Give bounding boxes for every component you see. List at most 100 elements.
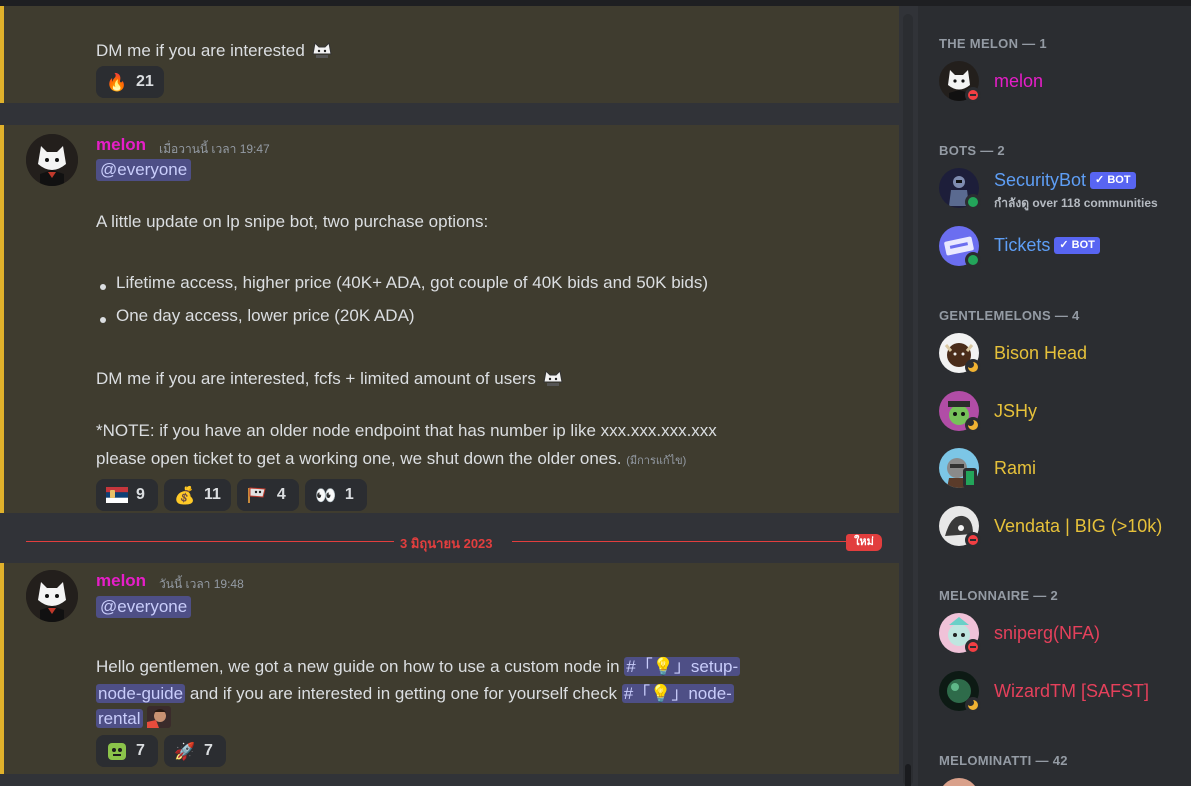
message-text: DM me if you are interested: [96, 38, 334, 61]
message-text: *NOTE: if you have an older node endpoin…: [96, 421, 717, 440]
member-item-wizardtm[interactable]: WizardTM [SAFST]: [939, 671, 1189, 715]
money-bag-icon: 💰: [174, 485, 196, 505]
reaction-count: 9: [136, 486, 145, 503]
channel-mention-setup-node-guide[interactable]: #「💡」setup-: [624, 657, 741, 676]
eyes-icon: 👀: [315, 485, 337, 505]
member-item-rami[interactable]: Rami: [939, 448, 1189, 492]
everyone-mention[interactable]: @everyone: [96, 596, 192, 618]
reaction-green-blob[interactable]: 7: [96, 735, 158, 767]
message-timestamp: เมื่อวานนี้ เวลา 19:47: [159, 142, 270, 156]
channel-mention-node-rental[interactable]: rental: [96, 709, 143, 728]
member-activity: กำลังดู over 118 communities: [994, 196, 1158, 210]
member-item-bison-head[interactable]: Bison Head: [939, 333, 1189, 377]
reaction-count: 7: [136, 742, 145, 759]
list-item: One day access, lower price (20K ADA): [116, 306, 415, 325]
member-category-bots: BOTS — 2: [939, 143, 1005, 158]
member-category-melominatti: MELOMINATTI — 42: [939, 753, 1068, 768]
everyone-mention[interactable]: @everyone: [96, 159, 192, 181]
reaction-rocket[interactable]: 🚀 7: [164, 735, 226, 767]
melon-avatar-icon: [26, 134, 78, 186]
status-dnd-icon: [965, 87, 981, 103]
reaction-count: 21: [136, 73, 154, 90]
message-highlighted: melon เมื่อวานนี้ เวลา 19:47 @everyone A…: [0, 125, 899, 513]
reaction-money-bag[interactable]: 💰 11: [164, 479, 231, 511]
channel-mention-setup-node-guide[interactable]: node-guide: [96, 684, 186, 703]
bot-badge: ✓ BOT: [1054, 237, 1100, 254]
melon-cat-emoji-icon: [542, 369, 563, 386]
status-dnd-icon: [965, 532, 981, 548]
member-item-tickets[interactable]: Tickets ✓ BOT: [939, 226, 1189, 270]
member-name: SecurityBot ✓ BOT: [994, 170, 1136, 191]
member-item-vendata[interactable]: Vendata | BIG (>10k): [939, 506, 1189, 550]
new-badge: ใหม่: [846, 534, 882, 551]
member-list: THE MELON — 1 melon BOTS — 2 SecurityBot…: [918, 6, 1191, 786]
status-idle-icon: [965, 697, 981, 713]
message-highlighted: DM me if you are interested 🔥 21: [0, 6, 899, 103]
edited-label: (มีการแก้ไข): [626, 455, 687, 467]
reactions-bar: 9 💰 11 4 👀 1: [96, 479, 367, 511]
reactions-bar: 7 🚀 7: [96, 735, 226, 767]
member-item-securitybot[interactable]: SecurityBot ✓ BOT กำลังดู over 118 commun…: [939, 168, 1189, 212]
member-name: JSHy: [994, 401, 1038, 421]
reaction-count: 4: [276, 486, 286, 503]
avatar[interactable]: [26, 134, 78, 186]
divider-date: 3 มิถุนายน 2023: [400, 536, 493, 551]
reactions-bar: 🔥 21: [96, 66, 164, 98]
bullet-dot: [100, 284, 106, 290]
message-text: node-guide and if you are interested in …: [96, 684, 734, 703]
melon-cat-emoji-icon: [311, 41, 332, 58]
status-online-icon: [965, 252, 981, 268]
face-emoji-icon: [147, 706, 172, 728]
member-name: Tickets ✓ BOT: [994, 235, 1100, 256]
serbia-flag-icon: [106, 484, 128, 506]
bullet-dot: [100, 317, 106, 323]
author-name[interactable]: melon: [96, 135, 146, 155]
avatar: [939, 778, 979, 786]
new-messages-divider: [26, 541, 394, 542]
status-idle-icon: [965, 417, 981, 433]
member-category-gentlemelons: GENTLEMELONS — 4: [939, 308, 1080, 323]
member-category-the-melon: THE MELON — 1: [939, 36, 1047, 51]
chat-scrollbar-track[interactable]: [903, 14, 913, 786]
reaction-serbia-flag[interactable]: 9: [96, 479, 158, 511]
status-online-icon: [965, 194, 981, 210]
member-name: Rami: [994, 458, 1037, 478]
green-blob-icon: [106, 740, 128, 762]
member-category-melonnaire: MELONNAIRE — 2: [939, 588, 1059, 603]
message-text: rental: [96, 706, 172, 729]
message-text: DM me if you are interested, fcfs + limi…: [96, 366, 565, 389]
message-highlighted: melon วันนี้ เวลา 19:48 @everyone Hello …: [0, 563, 899, 774]
list-item: Lifetime access, higher price (40K+ ADA,…: [116, 273, 709, 292]
reaction-melon-flag[interactable]: 4: [236, 479, 299, 511]
avatar[interactable]: [26, 570, 78, 622]
rocket-icon: 🚀: [174, 741, 196, 761]
member-item-jshy[interactable]: JSHy: [939, 391, 1189, 435]
reaction-count: 7: [204, 742, 213, 759]
member-item-partial[interactable]: [939, 778, 1189, 786]
message-text: A little update on lp snipe bot, two pur…: [96, 212, 489, 231]
member-item-sniperg[interactable]: sniperg(NFA): [939, 613, 1189, 657]
melon-flag-icon: [247, 484, 269, 506]
reaction-fire[interactable]: 🔥 21: [96, 66, 164, 98]
message-timestamp: วันนี้ เวลา 19:48: [159, 577, 244, 591]
bot-badge: ✓ BOT: [1090, 172, 1136, 189]
status-dnd-icon: [965, 639, 981, 655]
new-messages-divider: [512, 541, 846, 542]
reaction-count: 11: [204, 486, 221, 503]
reaction-count: 1: [344, 486, 354, 503]
reaction-eyes[interactable]: 👀 1: [304, 479, 367, 511]
channel-mention-node-rental[interactable]: #「💡」node-: [621, 684, 734, 703]
member-name: melon: [994, 71, 1044, 91]
status-idle-icon: [965, 359, 981, 375]
member-name: Vendata | BIG (>10k): [994, 516, 1163, 536]
message-text: Hello gentlemen, we got a new guide on h…: [96, 657, 741, 676]
member-name: Bison Head: [994, 343, 1088, 363]
member-item-melon[interactable]: melon: [939, 61, 1189, 105]
chat-scrollbar-thumb[interactable]: [905, 764, 911, 786]
member-name: sniperg(NFA): [994, 623, 1101, 643]
status-mobile-icon: [963, 468, 977, 488]
author-name[interactable]: melon: [96, 571, 146, 591]
message-text: please open ticket to get a working one,…: [96, 449, 687, 468]
melon-avatar-icon: [26, 570, 78, 622]
member-name: WizardTM [SAFST]: [994, 681, 1150, 701]
